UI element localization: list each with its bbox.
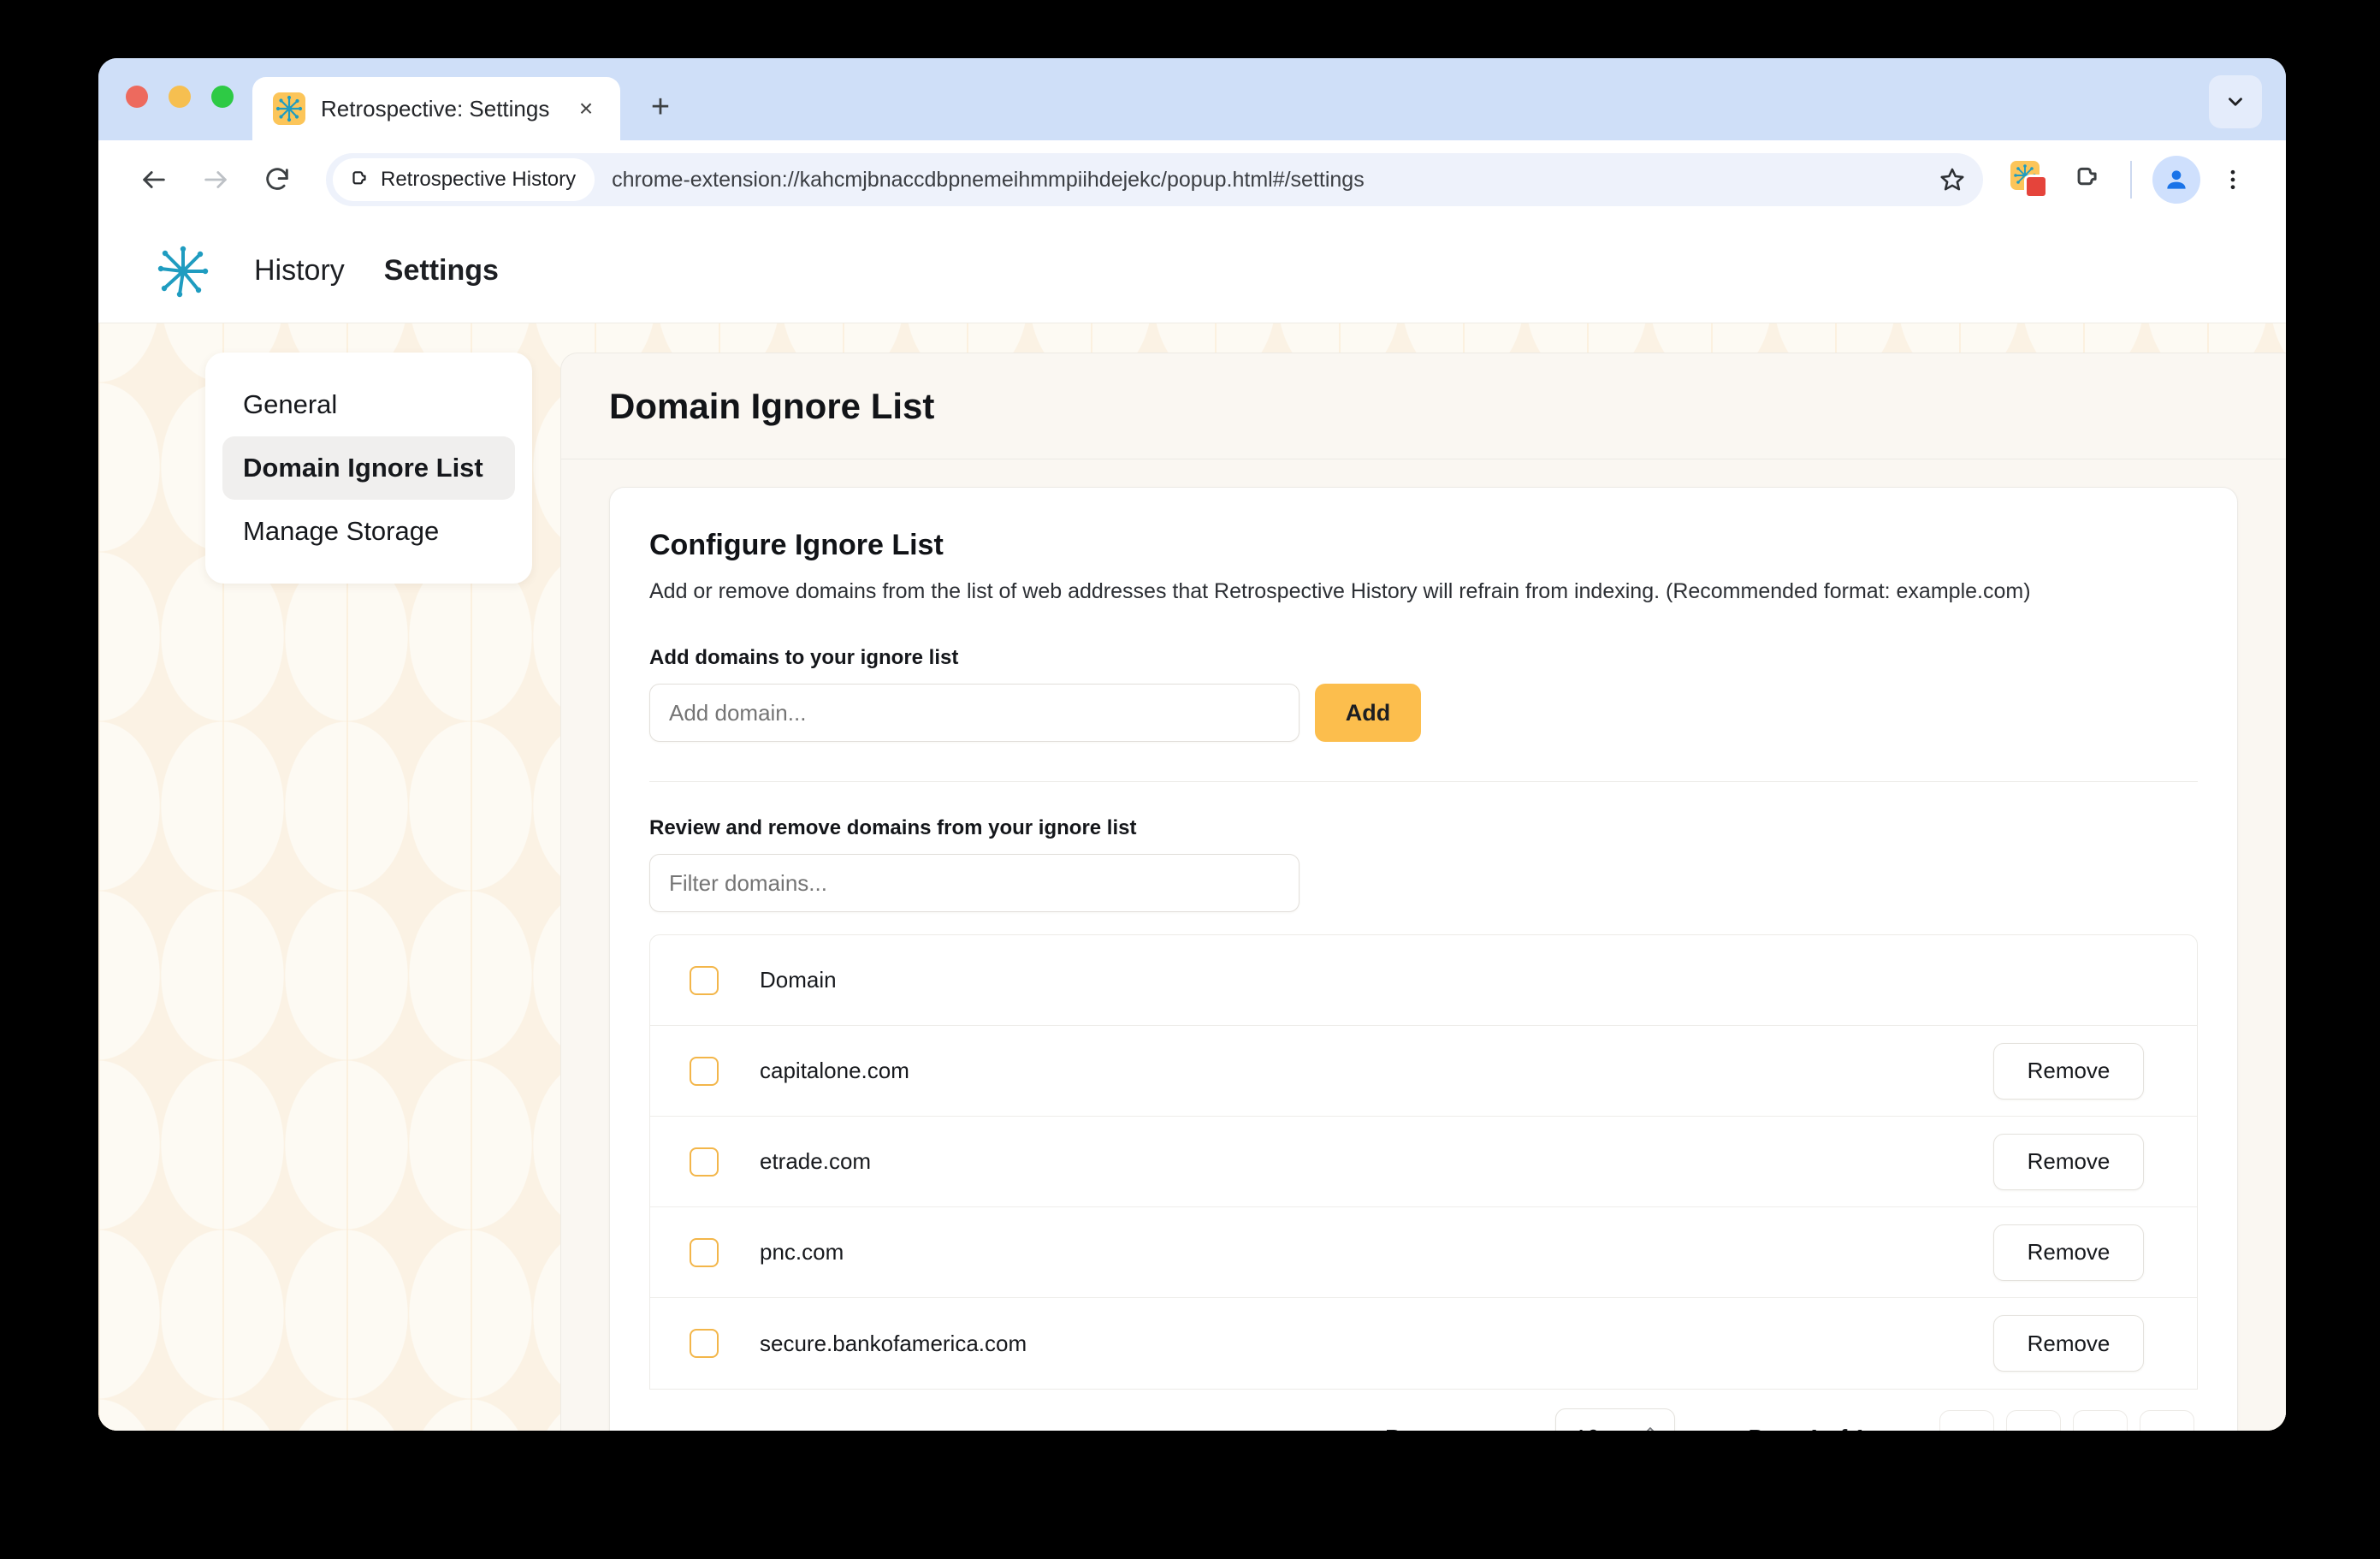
table-row[interactable]: etrade.com Remove — [650, 1117, 2197, 1208]
ignore-list-table: Domain capitalone.com Remove etrade.com … — [649, 934, 2198, 1390]
remove-button[interactable]: Remove — [1993, 1315, 2144, 1372]
app-nav-history[interactable]: History — [254, 254, 345, 287]
address-bar[interactable]: Retrospective History chrome-extension:/… — [326, 153, 1983, 206]
toolbar-divider — [2130, 161, 2132, 199]
url-text: chrome-extension://kahcmjbnaccdbpnemeihm… — [612, 167, 1365, 192]
new-tab-button[interactable]: + — [636, 82, 685, 132]
app-nav: History Settings — [254, 254, 499, 287]
retrospective-logo-icon — [151, 240, 215, 303]
row-checkbox[interactable] — [690, 1237, 719, 1267]
next-page-button[interactable]: › — [2073, 1410, 2128, 1431]
column-header-domain: Domain — [760, 967, 837, 993]
row-checkbox[interactable] — [690, 1056, 719, 1086]
row-action-cell: Remove — [1940, 1133, 2197, 1190]
app-nav-settings[interactable]: Settings — [384, 254, 499, 287]
row-checkbox[interactable] — [690, 1147, 719, 1177]
rows-per-page-value: 10 — [1575, 1425, 1600, 1431]
close-window-button[interactable] — [126, 86, 148, 108]
extension-origin-chip[interactable]: Retrospective History — [333, 158, 595, 201]
pager-buttons: « ‹ › » — [1939, 1410, 2194, 1431]
remove-button[interactable]: Remove — [1993, 1133, 2144, 1190]
retrospective-extension-icon[interactable] — [2005, 156, 2053, 204]
table-header-row: Domain — [650, 935, 2197, 1027]
forward-button[interactable] — [189, 153, 242, 206]
bookmark-star-icon[interactable] — [1928, 156, 1976, 204]
extension-origin-label: Retrospective History — [381, 168, 577, 191]
row-select-cell — [650, 1329, 758, 1359]
sidebar-item-label: Domain Ignore List — [243, 453, 483, 483]
row-domain: pnc.com — [760, 1239, 844, 1266]
extension-badge-icon — [2024, 175, 2048, 199]
row-checkbox[interactable] — [690, 1329, 719, 1359]
add-domain-label: Add domains to your ignore list — [649, 646, 959, 670]
table-row[interactable]: pnc.com Remove — [650, 1207, 2197, 1299]
page-title: Domain Ignore List — [609, 385, 935, 426]
select-all-cell — [650, 965, 758, 995]
select-all-checkbox[interactable] — [690, 965, 719, 995]
remove-button[interactable]: Remove — [1993, 1224, 2144, 1281]
table-row[interactable]: capitalone.com Remove — [650, 1026, 2197, 1117]
configure-ignore-list-card: Configure Ignore List Add or remove doma… — [609, 487, 2238, 1431]
row-action-cell: Remove — [1940, 1315, 2197, 1372]
rows-per-page-select[interactable]: 10 — [1554, 1408, 1675, 1431]
last-page-button[interactable]: » — [2140, 1410, 2194, 1431]
sidebar-item-general[interactable]: General — [222, 373, 515, 436]
row-domain: capitalone.com — [760, 1058, 909, 1084]
row-domain: secure.bankofamerica.com — [760, 1330, 1027, 1356]
filter-domains-input[interactable] — [649, 854, 1300, 913]
remove-button[interactable]: Remove — [1993, 1042, 2144, 1100]
close-tab-icon[interactable]: × — [571, 93, 601, 124]
app-header: History Settings — [98, 219, 2286, 323]
add-button[interactable]: Add — [1315, 684, 1421, 743]
row-action-cell: Remove — [1940, 1224, 2197, 1281]
table-pagination: Rows per page 10 Page 1 of 1 — [649, 1390, 2198, 1431]
panel-body: Configure Ignore List Add or remove doma… — [561, 459, 2286, 1431]
browser-toolbar: Retrospective History chrome-extension:/… — [98, 140, 2286, 219]
card-description: Add or remove domains from the list of w… — [649, 579, 2031, 603]
reload-button[interactable] — [251, 153, 304, 206]
tab-strip: Retrospective: Settings × + — [98, 58, 2286, 140]
first-page-button[interactable]: « — [1939, 1410, 1994, 1431]
row-select-cell — [650, 1056, 758, 1086]
browser-menu-icon[interactable] — [2209, 156, 2257, 204]
row-action-cell: Remove — [1940, 1042, 2197, 1100]
panel-header: Domain Ignore List — [561, 353, 2286, 459]
sidebar-item-label: General — [243, 389, 338, 419]
sidebar-item-manage-storage[interactable]: Manage Storage — [222, 500, 515, 563]
back-button[interactable] — [127, 153, 181, 206]
retrospective-starburst-favicon — [273, 92, 305, 125]
section-divider — [649, 781, 2198, 783]
extension-icon-stack — [2010, 161, 2048, 199]
row-domain: etrade.com — [760, 1148, 872, 1175]
profile-avatar[interactable] — [2152, 156, 2200, 204]
row-select-cell — [650, 1237, 758, 1267]
add-domain-input[interactable] — [649, 684, 1300, 743]
page-indicator: Page 1 of 1 — [1749, 1425, 1866, 1431]
tab-title: Retrospective: Settings — [321, 95, 550, 122]
previous-page-button[interactable]: ‹ — [2006, 1410, 2061, 1431]
window-controls — [126, 86, 234, 108]
extensions-puzzle-icon[interactable] — [2062, 156, 2110, 204]
maximize-window-button[interactable] — [211, 86, 234, 108]
row-select-cell — [650, 1147, 758, 1177]
settings-page: General Domain Ignore List Manage Storag… — [98, 323, 2286, 1431]
minimize-window-button[interactable] — [169, 86, 191, 108]
card-heading: Configure Ignore List — [649, 529, 944, 561]
sidebar-item-label: Manage Storage — [243, 516, 440, 546]
chevron-updown-icon — [1642, 1423, 1659, 1431]
puzzle-piece-icon — [352, 171, 366, 185]
main-panel: Domain Ignore List Configure Ignore List… — [560, 353, 2286, 1431]
sidebar-item-domain-ignore-list[interactable]: Domain Ignore List — [222, 436, 515, 500]
tab-search-chevron-down-icon[interactable] — [2209, 75, 2262, 128]
review-domains-label: Review and remove domains from your igno… — [649, 816, 1137, 840]
browser-window: Retrospective: Settings × + Retrospectiv… — [98, 58, 2286, 1431]
add-domain-row: Add — [649, 684, 2198, 743]
table-row[interactable]: secure.bankofamerica.com Remove — [650, 1298, 2197, 1389]
rows-per-page-label: Rows per page — [1385, 1425, 1535, 1431]
settings-sidebar: General Domain Ignore List Manage Storag… — [205, 353, 532, 584]
browser-tab[interactable]: Retrospective: Settings × — [252, 77, 620, 140]
